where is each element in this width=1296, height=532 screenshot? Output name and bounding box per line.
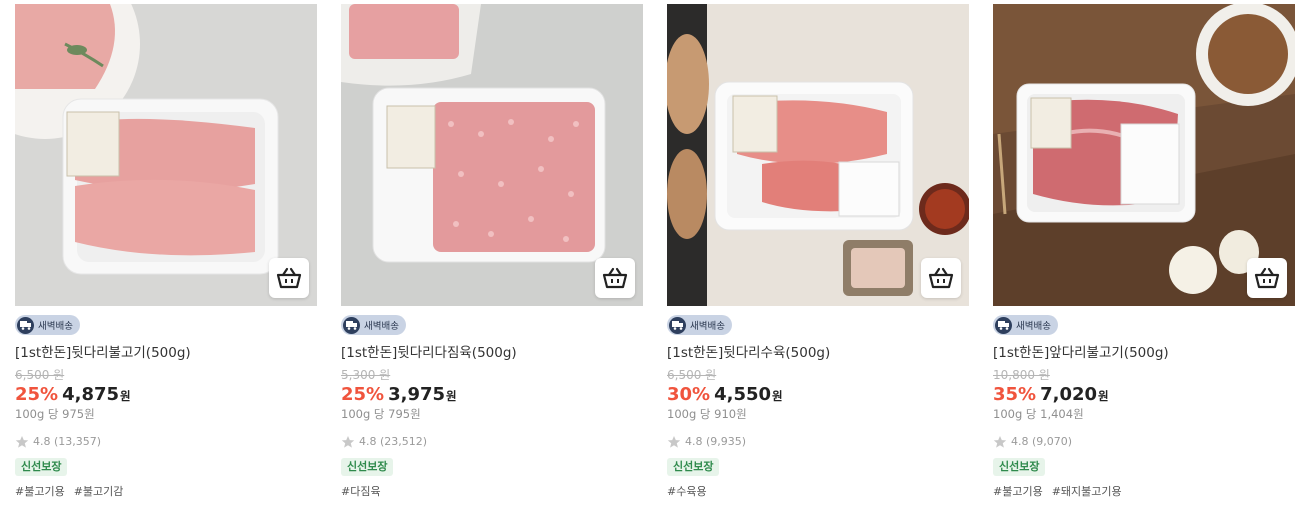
sale-price: 4,550 [714,384,772,405]
product-card[interactable]: 새벽배송 [1st한돈]뒷다리다짐육(500g) 5,300 원 25% 3,97… [341,4,643,499]
price-row: 25% 4,875원 [15,384,317,407]
star-icon [993,436,1007,448]
currency-label: 원 [772,389,783,403]
star-icon [341,436,355,448]
add-to-cart-button[interactable] [269,258,309,298]
fresh-guarantee-badge: 신선보장 [15,458,68,476]
product-card[interactable]: 새벽배송 [1st한돈]뒷다리수육(500g) 6,500 원 30% 4,550… [667,4,969,499]
tag[interactable]: #다짐육 [341,485,381,498]
dawn-delivery-label: 새벽배송 [364,321,399,332]
basket-icon [1254,267,1280,289]
rating-text: 4.8 (23,512) [359,435,428,448]
product-image[interactable] [15,4,317,306]
unit-price: 100g 당 1,404원 [993,407,1084,421]
product-image[interactable] [341,4,643,306]
rating: 4.8 (23,512) [341,435,643,449]
add-to-cart-button[interactable] [1247,258,1287,298]
unit-price: 100g 당 795원 [341,407,421,421]
product-card[interactable]: 새벽배송 [1st한돈]뒷다리불고기(500g) 6,500 원 25% 4,87… [15,4,317,499]
sale-price: 4,875 [62,384,120,405]
basket-icon [928,267,954,289]
product-image[interactable] [993,4,1295,306]
fresh-guarantee-badge: 신선보장 [993,458,1046,476]
original-price: 6,500 원 [667,368,717,382]
unit-price: 100g 당 910원 [667,407,747,421]
truck-icon [669,316,686,334]
dawn-delivery-label: 새벽배송 [690,321,725,332]
tag[interactable]: #돼지불고기용 [1052,485,1122,498]
truck-icon [343,316,360,334]
original-price: 6,500 원 [15,368,65,382]
truck-icon [995,316,1012,334]
currency-label: 원 [120,389,131,403]
rating: 4.8 (9,070) [993,435,1295,449]
dawn-delivery-label: 새벽배송 [1016,321,1051,332]
tag[interactable]: #불고기용 [15,485,65,498]
price-row: 30% 4,550원 [667,384,969,407]
add-to-cart-button[interactable] [921,258,961,298]
rating-text: 4.8 (9,070) [1011,435,1073,448]
tag-list: #다짐육 [341,485,643,499]
original-price: 5,300 원 [341,368,391,382]
price-row: 35% 7,020원 [993,384,1295,407]
tag-list: #수육용 [667,485,969,499]
product-name[interactable]: [1st한돈]뒷다리수육(500g) [667,344,969,362]
dawn-delivery-badge: 새벽배송 [667,315,732,335]
add-to-cart-button[interactable] [595,258,635,298]
basket-icon [602,267,628,289]
tag-list: #불고기용 #불고기감 [15,485,317,499]
dawn-delivery-label: 새벽배송 [38,321,73,332]
tag[interactable]: #불고기용 [993,485,1043,498]
star-icon [667,436,681,448]
truck-icon [17,316,34,334]
product-image[interactable] [667,4,969,306]
sale-price: 3,975 [388,384,446,405]
discount-rate: 25% [15,384,59,405]
rating-text: 4.8 (9,935) [685,435,747,448]
price-row: 25% 3,975원 [341,384,643,407]
product-name[interactable]: [1st한돈]앞다리불고기(500g) [993,344,1295,362]
star-icon [15,436,29,448]
tag[interactable]: #수육용 [667,485,707,498]
original-price: 10,800 원 [993,368,1050,382]
rating: 4.8 (9,935) [667,435,969,449]
currency-label: 원 [1098,389,1109,403]
currency-label: 원 [446,389,457,403]
dawn-delivery-badge: 새벽배송 [15,315,80,335]
dawn-delivery-badge: 새벽배송 [993,315,1058,335]
tag[interactable]: #불고기감 [74,485,124,498]
product-name[interactable]: [1st한돈]뒷다리불고기(500g) [15,344,317,362]
product-card[interactable]: 새벽배송 [1st한돈]앞다리불고기(500g) 10,800 원 35% 7,0… [993,4,1295,499]
product-name[interactable]: [1st한돈]뒷다리다짐육(500g) [341,344,643,362]
discount-rate: 30% [667,384,711,405]
dawn-delivery-badge: 새벽배송 [341,315,406,335]
fresh-guarantee-badge: 신선보장 [667,458,720,476]
unit-price: 100g 당 975원 [15,407,95,421]
tag-list: #불고기용 #돼지불고기용 [993,485,1295,499]
fresh-guarantee-badge: 신선보장 [341,458,394,476]
sale-price: 7,020 [1040,384,1098,405]
discount-rate: 35% [993,384,1037,405]
basket-icon [276,267,302,289]
discount-rate: 25% [341,384,385,405]
rating: 4.8 (13,357) [15,435,317,449]
rating-text: 4.8 (13,357) [33,435,102,448]
